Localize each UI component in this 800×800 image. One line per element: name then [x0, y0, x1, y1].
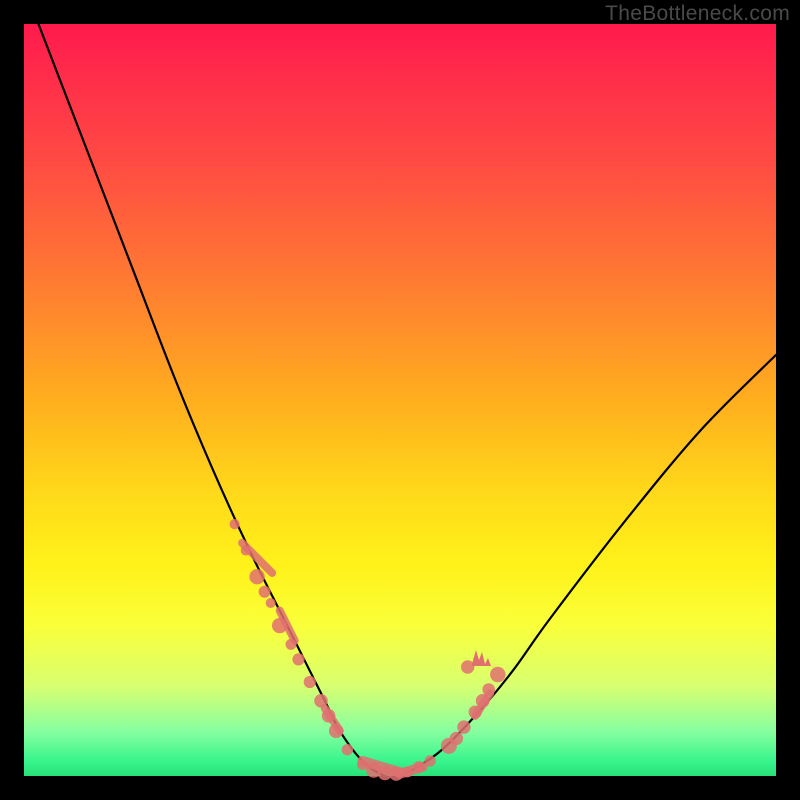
- sample-point: [461, 660, 474, 673]
- sample-point: [230, 519, 240, 529]
- sample-point: [304, 676, 316, 688]
- bottleneck-curve: [24, 0, 776, 778]
- sample-points: [230, 519, 506, 781]
- sample-blob: [400, 767, 423, 774]
- plot-area: [24, 24, 776, 776]
- curve-layer: [24, 24, 776, 776]
- sample-point: [450, 732, 463, 745]
- sample-point: [266, 598, 276, 608]
- sample-point: [342, 744, 353, 755]
- sample-point: [249, 569, 264, 584]
- sample-point: [490, 667, 505, 682]
- chart-frame: TheBottleneck.com: [0, 0, 800, 800]
- watermark-text: TheBottleneck.com: [605, 2, 790, 26]
- jitter-mark: [472, 650, 491, 666]
- sample-point: [457, 720, 470, 733]
- sample-point: [292, 653, 304, 665]
- sample-point: [259, 586, 271, 598]
- sample-blob: [242, 543, 272, 573]
